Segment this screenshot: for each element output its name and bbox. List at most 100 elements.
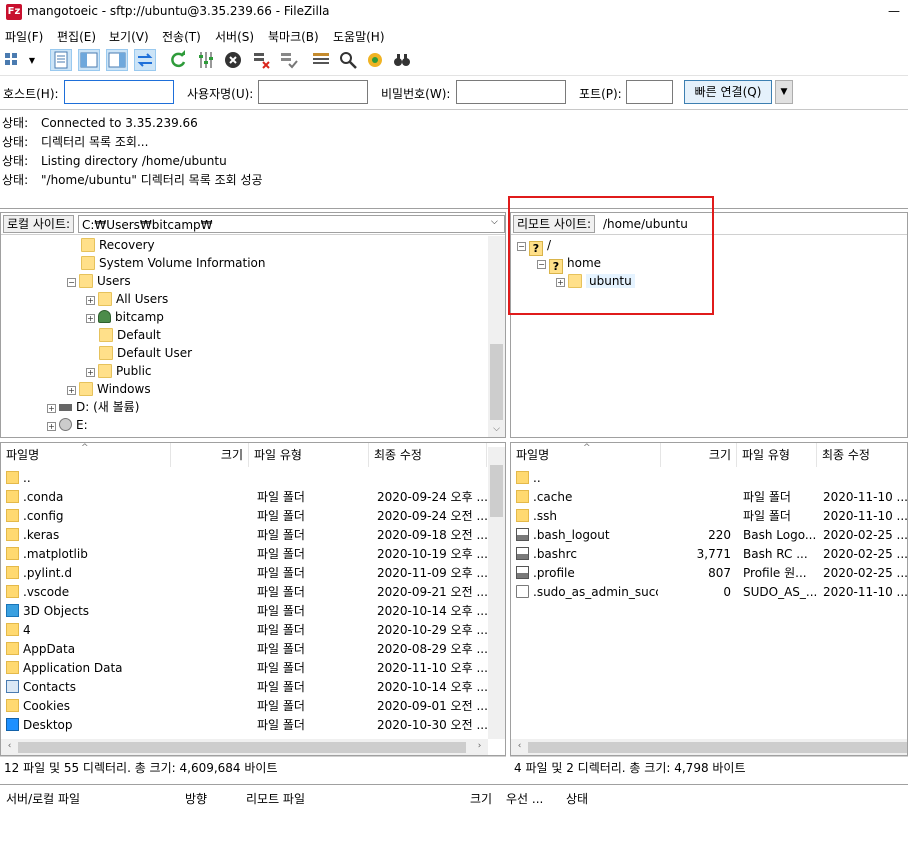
scroll-thumb[interactable] [18,742,466,753]
tree-item[interactable]: Default User [99,344,192,362]
file-name-cell: .. [516,469,658,488]
local-files-scrollbar[interactable] [488,447,505,739]
tree-item[interactable]: Recovery [81,236,155,254]
file-row[interactable]: .vscode 파일 폴더 2020-09-21 오전 ... [1,583,487,602]
username-input[interactable] [258,80,368,104]
column-header-modified[interactable]: 최종 수정 [369,443,487,467]
minimize-button[interactable]: — [888,4,908,18]
menu-edit[interactable]: 편집(E) [57,28,96,45]
file-row[interactable]: .sudo_as_admin_succ... 0 SUDO_AS_... 2020-1… [511,583,907,602]
column-header-modified[interactable]: 최종 수정 [817,443,907,467]
expand-icon[interactable]: + [47,422,56,431]
expand-icon[interactable]: + [86,296,95,305]
port-input[interactable] [626,80,673,104]
reconnect-icon[interactable] [277,49,299,71]
menu-view[interactable]: 보기(V) [109,28,149,45]
file-row[interactable]: Application Data 파일 폴더 2020-11-10 오후 ... [1,659,487,678]
tree-item[interactable]: + D: (새 볼륨) [47,398,139,416]
tree-item-selected[interactable]: + bitcamp [86,308,164,326]
scroll-thumb[interactable] [528,742,907,753]
compare-icon[interactable] [364,49,386,71]
site-manager-icon[interactable] [3,49,25,71]
tree-item[interactable]: − Users [67,272,131,290]
menu-server[interactable]: 서버(S) [215,28,254,45]
queue-col-server-local[interactable]: 서버/로컬 파일 [6,790,80,807]
password-input[interactable] [456,80,566,104]
local-path-input[interactable]: C:₩Users₩bitcamp₩ [78,215,505,233]
filter-icon[interactable] [195,49,217,71]
expand-icon[interactable]: + [86,368,95,377]
toggle-filter-icon[interactable] [310,49,332,71]
queue-col-direction[interactable]: 방향 [185,790,207,807]
remote-tree-icon[interactable] [106,49,128,71]
file-row[interactable]: .bashrc 3,771 Bash RC ... 2020-02-25 ... [511,545,907,564]
expand-icon[interactable]: + [67,386,76,395]
queue-col-status[interactable]: 상태 [566,790,588,807]
remote-files-hscrollbar[interactable]: ‹ [511,739,907,755]
file-row[interactable]: .. [1,469,487,488]
folder-icon [98,292,112,306]
transfer-queue-icon[interactable] [134,49,156,71]
tree-item[interactable]: + Public [86,362,152,380]
file-row[interactable]: 4 파일 폴더 2020-10-29 오후 ... [1,621,487,640]
file-row[interactable]: .. [511,469,907,488]
scroll-thumb[interactable] [490,344,503,420]
tree-item[interactable]: Default [99,326,161,344]
scroll-left-icon[interactable]: ‹ [1,741,18,751]
expand-icon[interactable]: + [47,404,56,413]
file-row[interactable]: .ssh 파일 폴더 2020-11-10 ... [511,507,907,526]
file-row[interactable]: .bash_logout 220 Bash Logo... 2020-02-25 ..… [511,526,907,545]
file-row[interactable]: Contacts 파일 폴더 2020-10-14 오후 ... [1,678,487,697]
column-header-type[interactable]: 파일 유형 [249,443,369,467]
file-type-cell: 파일 폴더 [257,642,305,656]
file-row[interactable]: Desktop 파일 폴더 2020-10-30 오전 ... [1,716,487,735]
file-row[interactable]: .matplotlib 파일 폴더 2020-10-19 오후 ... [1,545,487,564]
file-row[interactable]: .pylint.d 파일 폴더 2020-11-09 오후 ... [1,564,487,583]
column-header-type[interactable]: 파일 유형 [737,443,817,467]
tree-item[interactable]: + Windows [67,380,151,398]
tree-item[interactable]: + All Users [86,290,168,308]
tree-item[interactable]: System Volume Information [81,254,265,272]
file-icon [516,547,529,560]
column-header-size[interactable]: 크기 [171,443,249,467]
column-header-size[interactable]: 크기 [661,443,737,467]
menu-bookmarks[interactable]: 북마크(B) [268,28,319,45]
find-icon[interactable] [391,49,413,71]
site-manager-dropdown-icon[interactable]: ▼ [25,49,39,71]
menu-help[interactable]: 도움말(H) [333,28,385,45]
file-row[interactable]: Cookies 파일 폴더 2020-09-01 오전 ... [1,697,487,716]
refresh-icon[interactable] [167,49,189,71]
expand-icon[interactable]: + [86,314,95,323]
file-row[interactable]: .conda 파일 폴더 2020-09-24 오후 ... [1,488,487,507]
local-tree-scrollbar[interactable]: ⌵ [488,236,505,437]
message-log-icon[interactable] [50,49,72,71]
scroll-thumb[interactable] [490,465,503,517]
file-row[interactable]: AppData 파일 폴더 2020-08-29 오후 ... [1,640,487,659]
file-name-cell: .pylint.d [6,564,168,583]
file-row[interactable]: .profile 807 Profile 원... 2020-02-25 ... [511,564,907,583]
local-files-hscrollbar[interactable]: ‹ › [1,739,488,755]
collapse-icon[interactable]: − [67,278,76,287]
search-icon[interactable] [337,49,359,71]
scroll-right-icon[interactable]: › [471,741,488,751]
file-row[interactable]: .cache 파일 폴더 2020-11-10 ... [511,488,907,507]
host-input[interactable] [64,80,174,104]
quickconnect-dropdown-icon[interactable]: ▼ [775,80,793,104]
tree-item[interactable]: + E: [47,416,88,434]
file-row[interactable]: 3D Objects 파일 폴더 2020-10-14 오후 ... [1,602,487,621]
local-tree-icon[interactable] [78,49,100,71]
quickconnect-button[interactable]: 빠른 연결(Q) [684,80,772,104]
menu-file[interactable]: 파일(F) [5,28,43,45]
folder-icon [6,471,19,484]
queue-col-remote[interactable]: 리모트 파일 [246,790,305,807]
queue-col-priority[interactable]: 우선 ... [506,790,543,807]
cancel-icon[interactable] [222,49,244,71]
file-row[interactable]: .config 파일 폴더 2020-09-24 오전 ... [1,507,487,526]
queue-col-size[interactable]: 크기 [470,790,492,807]
scroll-left-icon[interactable]: ‹ [511,741,528,751]
menu-transfer[interactable]: 전송(T) [162,28,201,45]
file-row[interactable]: .keras 파일 폴더 2020-09-18 오전 ... [1,526,487,545]
disconnect-icon[interactable] [250,49,272,71]
scroll-down-icon[interactable]: ⌵ [488,424,505,434]
local-path-dropdown-icon[interactable]: ⌵ [491,217,498,227]
